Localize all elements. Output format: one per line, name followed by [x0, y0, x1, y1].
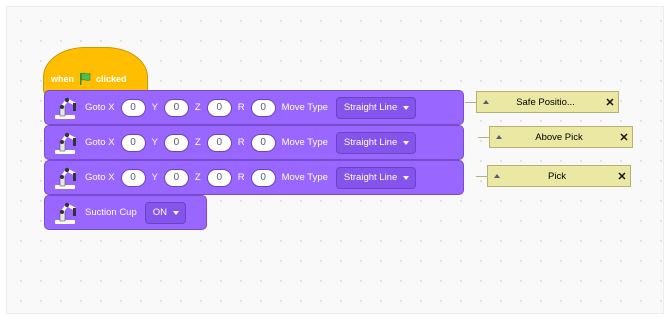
suction-state-value: ON — [152, 207, 168, 218]
z-input[interactable]: 0 — [206, 168, 232, 187]
z-label: Z — [194, 102, 201, 113]
goto-block-1[interactable]: Goto X 0 Y 0 Z 0 R 0 Move Type Straight … — [44, 90, 464, 125]
move-type-value: Straight Line — [343, 172, 398, 183]
when-flag-clicked-block[interactable]: when clicked — [43, 47, 148, 95]
r-label: R — [237, 137, 245, 148]
suction-state-dropdown[interactable]: ON — [144, 201, 187, 224]
y-label: Y — [151, 137, 158, 148]
comment-text[interactable]: Pick — [500, 171, 614, 182]
y-input[interactable]: 0 — [163, 168, 189, 187]
robot-arm-icon — [51, 130, 81, 156]
chevron-down-icon — [173, 210, 180, 215]
comment-text[interactable]: Safe Positio... — [489, 97, 602, 108]
x-input[interactable]: 0 — [120, 98, 146, 117]
move-type-label: Move Type — [281, 102, 328, 113]
r-label: R — [237, 102, 245, 113]
chevron-down-icon — [403, 175, 410, 180]
comment-note-2[interactable]: Above Pick ✕ — [478, 126, 633, 148]
comment-note-1[interactable]: Safe Positio... ✕ — [465, 91, 619, 113]
r-input[interactable]: 0 — [250, 98, 276, 117]
robot-arm-icon — [51, 95, 81, 121]
move-type-dropdown[interactable]: Straight Line — [335, 96, 417, 119]
close-icon[interactable]: ✕ — [616, 131, 632, 144]
close-icon[interactable]: ✕ — [602, 96, 618, 109]
clicked-label: clicked — [96, 74, 127, 84]
z-label: Z — [194, 137, 201, 148]
x-input[interactable]: 0 — [120, 168, 146, 187]
move-type-dropdown[interactable]: Straight Line — [335, 166, 417, 189]
move-type-dropdown[interactable]: Straight Line — [335, 131, 417, 154]
comment-text[interactable]: Above Pick — [502, 132, 616, 143]
goto-block-3[interactable]: Goto X 0 Y 0 Z 0 R 0 Move Type Straight … — [44, 160, 464, 195]
robot-arm-icon — [51, 165, 81, 191]
suction-cup-block[interactable]: Suction Cup ON — [44, 195, 207, 230]
goto-block-2[interactable]: Goto X 0 Y 0 Z 0 R 0 Move Type Straight … — [44, 125, 464, 160]
close-icon[interactable]: ✕ — [614, 170, 630, 183]
suction-cup-label: Suction Cup — [85, 207, 137, 218]
y-input[interactable]: 0 — [163, 133, 189, 152]
y-input[interactable]: 0 — [163, 98, 189, 117]
move-type-label: Move Type — [281, 137, 328, 148]
goto-x-label: Goto X — [85, 137, 115, 148]
x-input[interactable]: 0 — [120, 133, 146, 152]
chevron-down-icon — [403, 140, 410, 145]
y-label: Y — [151, 102, 158, 113]
move-type-value: Straight Line — [343, 137, 398, 148]
robot-arm-icon — [51, 200, 81, 226]
goto-x-label: Goto X — [85, 102, 115, 113]
move-type-value: Straight Line — [343, 102, 398, 113]
y-label: Y — [151, 172, 158, 183]
z-input[interactable]: 0 — [206, 133, 232, 152]
chevron-down-icon — [403, 105, 410, 110]
r-input[interactable]: 0 — [250, 168, 276, 187]
green-flag-icon — [78, 72, 92, 86]
comment-note-3[interactable]: Pick ✕ — [476, 165, 631, 187]
when-label: when — [51, 74, 75, 84]
z-input[interactable]: 0 — [206, 98, 232, 117]
code-canvas[interactable]: when clicked Goto X 0 Y 0 Z 0 R 0 Move T… — [6, 6, 664, 314]
move-type-label: Move Type — [281, 172, 328, 183]
z-label: Z — [194, 172, 201, 183]
r-label: R — [237, 172, 245, 183]
r-input[interactable]: 0 — [250, 133, 276, 152]
goto-x-label: Goto X — [85, 172, 115, 183]
